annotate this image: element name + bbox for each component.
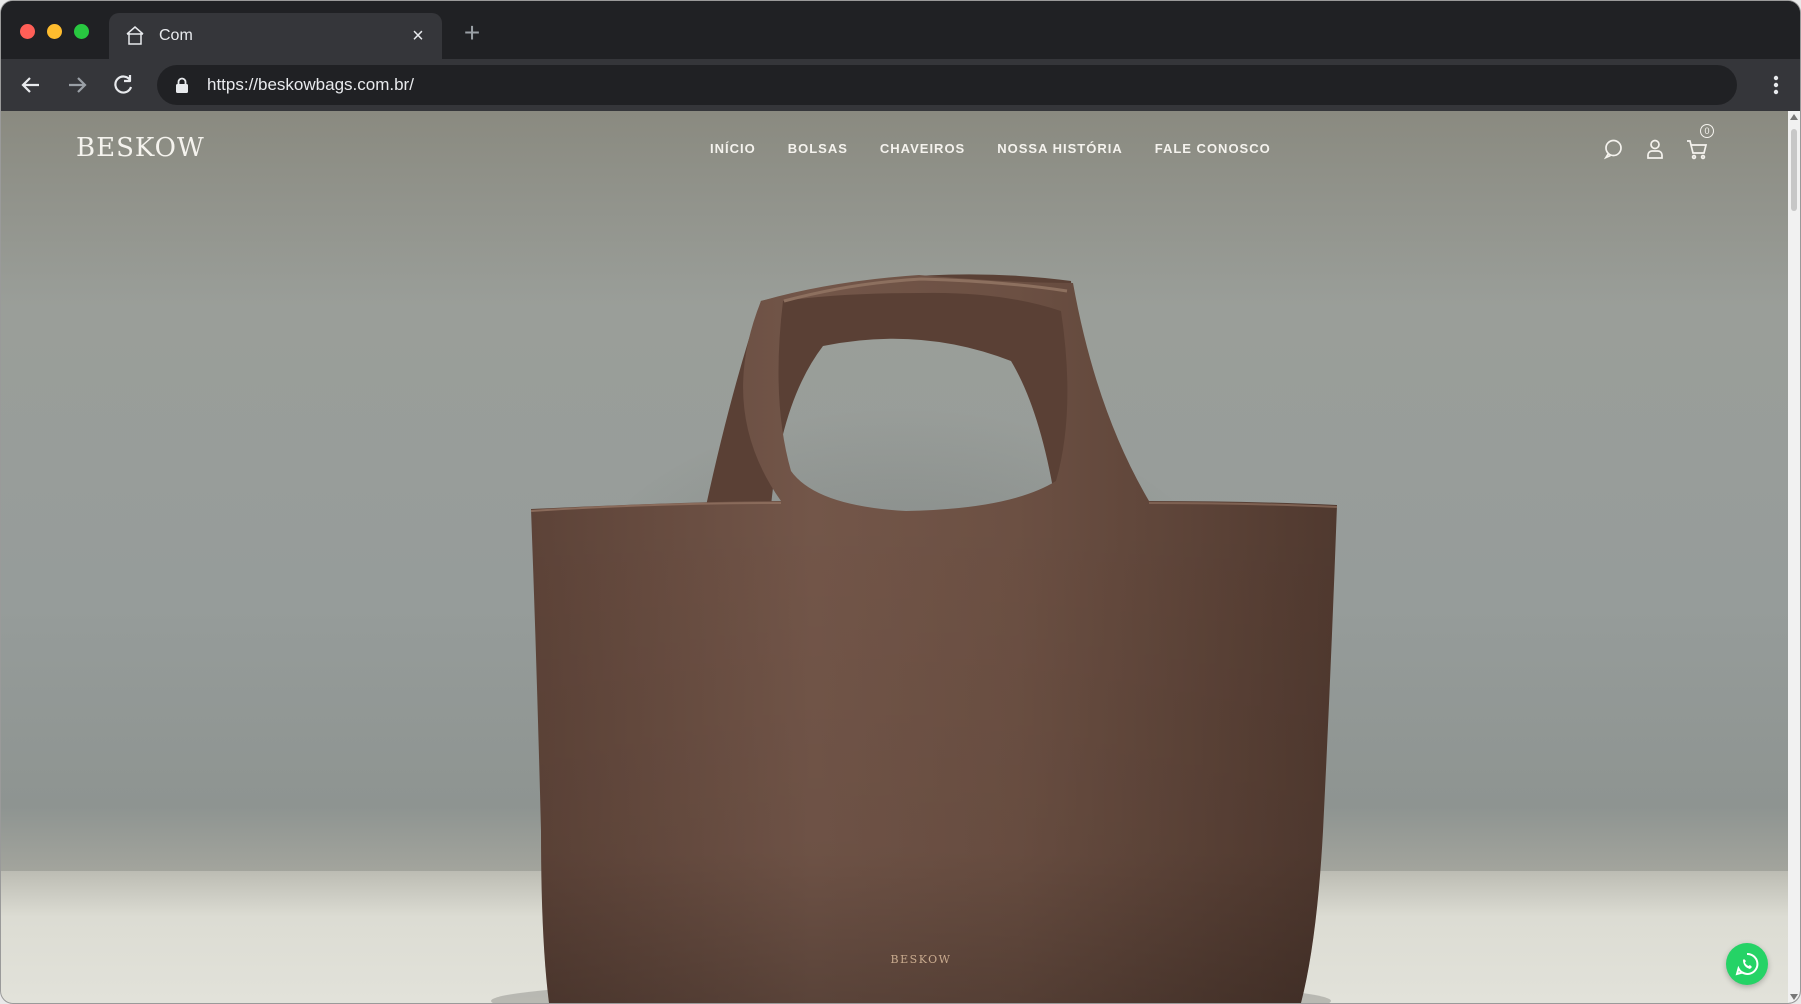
cart-count-badge: 0 [1700,124,1714,138]
nav-item-bolsas[interactable]: BOLSAS [788,141,848,156]
new-tab-button[interactable]: + [460,19,484,47]
hero-bag-image [491,274,1338,1003]
scrollbar-thumb[interactable] [1791,129,1797,211]
page-scrollbar[interactable] [1788,111,1800,1003]
nav-item-nossa-historia[interactable]: NOSSA HISTÓRIA [997,141,1122,156]
close-window-button[interactable] [20,24,35,39]
url-text[interactable]: https://beskowbags.com.br/ [207,75,414,95]
chat-icon[interactable] [1601,137,1625,161]
scroll-up-arrow[interactable] [1790,114,1798,120]
web-page: BESKOW BESKOW INÍCIO BOLSAS CHAVEIROS NO… [1,111,1788,1003]
tab-strip: Com × + [1,1,1800,59]
reload-icon[interactable] [107,69,139,101]
whatsapp-icon [1735,952,1759,976]
tab-title: Com [159,27,193,44]
back-icon[interactable] [15,69,47,101]
more-options-icon[interactable] [1764,69,1788,101]
user-icon[interactable] [1643,137,1667,161]
bag-brand-stamp: BESKOW [890,953,952,966]
cart-icon[interactable] [1685,137,1709,161]
lock-icon [176,77,188,93]
forward-icon[interactable] [61,69,93,101]
browser-toolbar: https://beskowbags.com.br/ [1,59,1800,111]
maximize-window-button[interactable] [74,24,89,39]
address-bar[interactable]: https://beskowbags.com.br/ [157,65,1737,105]
scroll-down-arrow[interactable] [1790,994,1798,1000]
site-logo[interactable]: BESKOW [76,133,205,163]
minimize-window-button[interactable] [47,24,62,39]
tab-close-icon[interactable]: × [406,24,430,48]
store-icon [126,26,144,45]
browser-tab[interactable]: Com × [109,13,442,59]
main-nav: INÍCIO BOLSAS CHAVEIROS NOSSA HISTÓRIA F… [710,141,1271,156]
nav-item-fale-conosco[interactable]: FALE CONOSCO [1155,141,1271,156]
whatsapp-button[interactable] [1726,943,1768,985]
nav-item-chaveiros[interactable]: CHAVEIROS [880,141,965,156]
browser-window: Com × + https://beskowbags.com.br/ BESKO… [1,1,1800,1003]
nav-item-inicio[interactable]: INÍCIO [710,141,756,156]
